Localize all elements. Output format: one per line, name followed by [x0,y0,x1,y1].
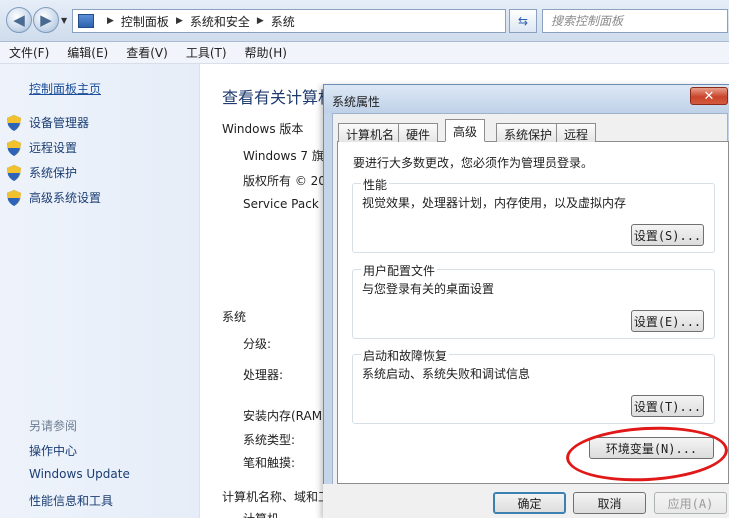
control-panel-home-link[interactable]: 控制面板主页 [29,80,101,97]
search-input[interactable] [542,9,728,33]
arrow-right-icon: ▶ [40,11,52,29]
menu-file[interactable]: 文件(F) [0,44,58,61]
forward-button[interactable]: ▶ [33,7,59,33]
task-label: 高级系统设置 [29,191,102,205]
see-also-performance-info[interactable]: 性能信息和工具 [29,492,113,509]
user-profiles-settings-button[interactable]: 设置(E)... [631,310,704,332]
back-button[interactable]: ◀ [6,7,32,33]
recent-pages-chevron-icon[interactable]: ▼ [61,16,67,25]
tab-hardware[interactable]: 硬件 [398,123,439,142]
task-label: 远程设置 [29,141,78,155]
refresh-button[interactable]: ⇆ [509,9,537,33]
uac-shield-icon [7,189,21,206]
see-also-action-center[interactable]: 操作中心 [29,442,77,459]
system-heading: 系统 [222,310,247,324]
task-label: 系统保护 [29,166,78,180]
startup-recovery-description: 系统启动、系统失败和调试信息 [362,367,531,381]
menu-tools[interactable]: 工具(T) [177,44,236,61]
pen-touch-label: 笔和触摸: [243,456,296,470]
left-task-pane: 控制面板主页 设备管理器 远程设置 系统保护 高级系统设置 另请参阅 操作中心 … [0,64,200,518]
uac-shield-icon [7,114,21,131]
uac-shield-icon [7,164,21,181]
address-bar[interactable]: ▶ 控制面板 ▶ 系统和安全 ▶ 系统 [72,9,506,33]
computer-name-heading: 计算机名称、域和工 [222,490,331,504]
menu-help[interactable]: 帮助(H) [236,44,296,61]
service-pack-text: Service Pack 1 [243,197,331,211]
task-device-manager[interactable]: 设备管理器 [7,114,89,131]
system-type-label: 系统类型: [243,433,296,447]
rating-label: 分级: [243,337,272,351]
see-also-heading: 另请参阅 [29,419,78,433]
menu-view[interactable]: 查看(V) [117,44,177,61]
admin-note: 要进行大多数更改，您必须作为管理员登录。 [353,156,594,170]
menu-bar: 文件(F) 编辑(E) 查看(V) 工具(T) 帮助(H) [0,42,729,64]
breadcrumb-system-security[interactable]: 系统和安全 [190,13,250,30]
breadcrumb-separator-icon[interactable]: ▶ [176,16,183,26]
see-also-windows-update[interactable]: Windows Update [29,467,130,481]
tab-computer-name[interactable]: 计算机名 [338,123,403,142]
breadcrumb-separator-icon[interactable]: ▶ [107,16,114,26]
close-button[interactable]: ✕ [690,87,728,105]
task-remote-settings[interactable]: 远程设置 [7,139,77,156]
apply-button[interactable]: 应用(A) [654,492,727,514]
task-system-protection[interactable]: 系统保护 [7,164,77,181]
breadcrumb-control-panel[interactable]: 控制面板 [121,13,169,30]
performance-settings-button[interactable]: 设置(S)... [631,224,704,246]
breadcrumb-separator-icon[interactable]: ▶ [257,16,264,26]
user-profiles-group-title: 用户配置文件 [361,262,438,279]
performance-group-title: 性能 [361,176,390,193]
tab-remote[interactable]: 远程 [556,123,597,142]
performance-description: 视觉效果，处理器计划，内存使用，以及虚拟内存 [362,196,627,210]
task-label: 设备管理器 [29,116,90,130]
windows-edition-heading: Windows 版本 [222,122,304,136]
uac-shield-icon [7,139,21,156]
address-toolbar: ◀ ▶ ▼ ▶ 控制面板 ▶ 系统和安全 ▶ 系统 ⇆ [0,0,729,42]
task-advanced-system-settings[interactable]: 高级系统设置 [7,189,101,206]
user-profiles-description: 与您登录有关的桌面设置 [362,282,495,296]
windows-edition-name: Windows 7 旗 [243,149,324,163]
arrow-left-icon: ◀ [13,11,25,29]
dialog-title: 系统属性 [332,95,381,109]
refresh-icon: ⇆ [517,14,529,28]
close-icon: ✕ [703,88,715,104]
startup-recovery-settings-button[interactable]: 设置(T)... [631,395,704,417]
processor-label: 处理器: [243,368,284,382]
page-title: 查看有关计算机 [222,88,335,107]
tab-advanced[interactable]: 高级 [445,119,486,142]
cancel-button[interactable]: 取消 [573,492,646,514]
computer-name-label: 计算机 [243,510,279,518]
control-panel-icon [78,14,94,28]
breadcrumb-system[interactable]: 系统 [271,13,295,30]
dialog-titlebar[interactable]: 系统属性 ✕ [324,85,729,113]
ok-button[interactable]: 确定 [493,492,566,514]
startup-recovery-group-title: 启动和故障恢复 [361,347,450,364]
installed-ram-label: 安装内存(RAM [243,409,323,423]
copyright-text: 版权所有 © 20 [243,174,326,188]
menu-edit[interactable]: 编辑(E) [58,44,117,61]
tab-system-protection[interactable]: 系统保护 [496,123,561,142]
